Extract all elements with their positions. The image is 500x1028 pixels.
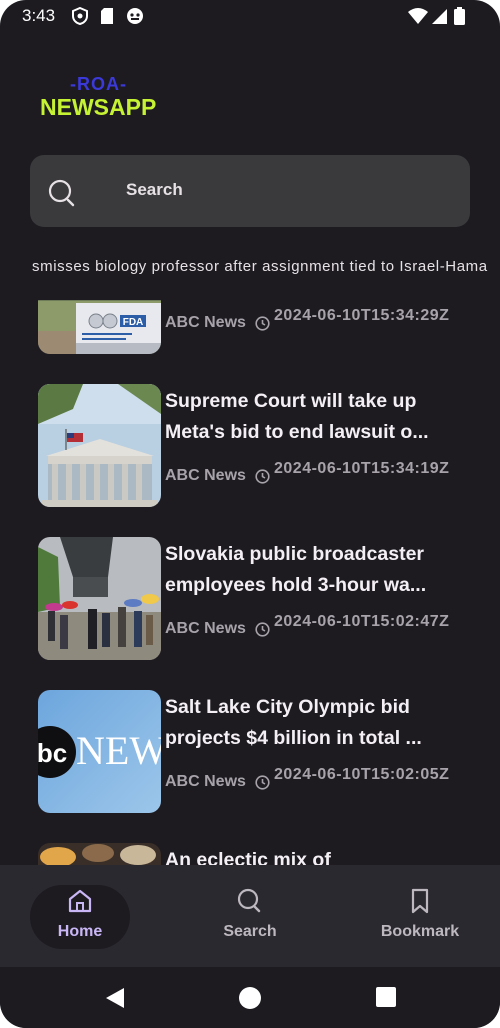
article-date: 2024-06-10T15:02:05Z — [274, 766, 450, 783]
article-thumbnail: bc NEW — [38, 690, 161, 813]
article-card[interactable]: Supreme Court will take up Meta's bid to… — [38, 384, 478, 508]
clock-icon — [255, 469, 270, 488]
article-source: ABC News — [165, 773, 246, 790]
status-time: 3:43 — [22, 6, 56, 25]
nav-search[interactable]: Search — [185, 883, 315, 951]
sd-card-icon — [100, 7, 114, 29]
article-title: Supreme Court will take up Meta's bid to… — [165, 390, 429, 443]
shield-icon — [72, 6, 88, 29]
app-screen: 3:43 -ROA- NEWSAPP Search smisses biolog — [0, 0, 500, 1028]
article-card[interactable]: bc NEW Salt Lake City Olympic bid projec… — [38, 690, 478, 814]
article-thumbnail — [38, 843, 161, 865]
article-meta: ABC News 2024-06-10T15:02:05Z — [165, 766, 485, 816]
bottom-navigation: Home Search Bookmark — [0, 865, 500, 967]
search-icon — [48, 179, 78, 213]
home-circle-icon[interactable] — [239, 987, 261, 1013]
headline-ticker[interactable]: smisses biology professor after assignme… — [32, 258, 500, 282]
battery-icon — [454, 7, 465, 29]
article-thumbnail — [38, 384, 161, 507]
article-thumbnail — [38, 537, 161, 660]
notification-app-icon — [126, 7, 144, 29]
fda-sign-text: FDA — [123, 317, 144, 328]
home-icon — [66, 887, 94, 919]
article-source: ABC News — [165, 467, 246, 484]
article-date: 2024-06-10T15:34:19Z — [274, 460, 450, 477]
search-bar[interactable]: Search — [30, 155, 470, 227]
article-card[interactable]: An eclectic mix of — [38, 843, 478, 865]
nav-home-label: Home — [57, 923, 103, 940]
search-placeholder: Search — [126, 180, 183, 199]
article-title: Slovakia public broadcaster employees ho… — [165, 543, 427, 596]
clock-icon — [255, 775, 270, 794]
abc-logo-text: bc — [38, 738, 67, 768]
status-bar: 3:43 — [0, 0, 500, 34]
recents-icon[interactable] — [376, 987, 396, 1011]
article-list[interactable]: FDA ABC News 2024-06-10T15:34:29Z Suprem… — [0, 300, 500, 865]
article-card[interactable]: FDA ABC News 2024-06-10T15:34:29Z — [38, 300, 478, 355]
nav-home[interactable]: Home — [30, 883, 160, 951]
wifi-icon — [408, 7, 428, 29]
news-thumb-text: NEW — [76, 728, 161, 773]
article-card[interactable]: Slovakia public broadcaster employees ho… — [38, 537, 478, 661]
bookmark-icon — [406, 887, 434, 919]
article-meta: ABC News 2024-06-10T15:02:47Z — [165, 613, 485, 663]
nav-bookmark-label: Bookmark — [380, 923, 460, 940]
system-navigation-bar — [0, 967, 500, 1028]
logo-newsapp-text: NEWSAPP — [40, 94, 157, 120]
nav-bookmark[interactable]: Bookmark — [355, 883, 485, 951]
back-icon[interactable] — [104, 987, 126, 1013]
article-source: ABC News — [165, 620, 246, 637]
search-icon — [236, 887, 264, 919]
nav-search-label: Search — [223, 923, 277, 940]
article-title: Salt Lake City Olympic bid projects $4 b… — [165, 696, 422, 749]
article-source: ABC News — [165, 314, 246, 331]
logo-roa-text: -ROA- — [70, 74, 127, 94]
article-meta: ABC News 2024-06-10T15:34:19Z — [165, 460, 485, 510]
article-thumbnail: FDA — [38, 300, 161, 354]
app-logo: -ROA- NEWSAPP — [40, 74, 160, 124]
article-title: An eclectic mix of — [165, 849, 331, 865]
clock-icon — [255, 622, 270, 641]
article-date: 2024-06-10T15:02:47Z — [274, 613, 450, 630]
clock-icon — [255, 316, 270, 335]
article-date: 2024-06-10T15:34:29Z — [274, 307, 450, 324]
signal-icon — [432, 7, 448, 29]
article-meta: ABC News 2024-06-10T15:34:29Z — [165, 307, 485, 357]
